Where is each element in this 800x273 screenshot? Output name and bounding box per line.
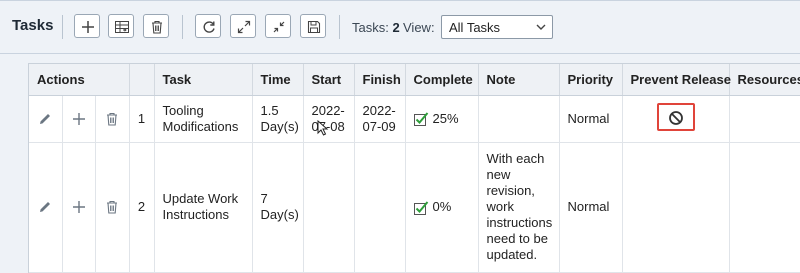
column-header-prevent-release[interactable]: Prevent Release [622,64,731,96]
task-resources[interactable] [729,95,800,143]
task-name[interactable]: Update Work Instructions [154,142,253,273]
trash-icon [107,112,117,126]
delete-row-button[interactable] [95,95,130,143]
collapse-button[interactable] [265,14,291,38]
chevron-down-icon [536,24,546,30]
add-subtask-button[interactable] [62,95,96,143]
refresh-icon [203,21,215,33]
mouse-cursor-icon [317,120,329,136]
task-name[interactable]: Tooling Modifications [154,95,253,143]
collapse-icon [273,21,285,33]
task-priority[interactable]: Normal [559,95,623,143]
task-resources[interactable] [729,142,800,273]
view-select-value: All Tasks [449,20,501,35]
task-finish[interactable]: 2022-07-09 [354,95,406,143]
save-icon [307,20,321,34]
checkbox-checked-icon [413,200,428,215]
toolbar-divider [62,15,63,39]
prevent-release-cell[interactable] [622,95,730,143]
toolbar-divider [182,15,183,39]
column-header-actions: Actions [29,64,130,96]
task-complete[interactable]: 25% [405,95,479,143]
plus-icon [72,201,85,213]
task-panel: Tasks Tasks: 2 View: All Tasks Actions T… [0,0,800,273]
table-row: 2 Update Work Instructions 7 Day(s) 0% W… [29,142,800,273]
column-header-start[interactable]: Start [303,64,355,96]
prevent-release-cell[interactable] [622,142,730,273]
trash-icon [152,20,162,34]
task-start[interactable] [303,142,355,273]
header-row: Actions Task Time Start Finish Complete … [29,64,800,96]
task-priority[interactable]: Normal [559,142,623,273]
toolbar: Tasks Tasks: 2 View: All Tasks [0,0,800,54]
panel-title: Tasks [12,17,54,34]
prevent-release-highlight[interactable] [656,102,695,131]
complete-percent: 0% [432,199,452,214]
plus-icon [72,112,85,125]
row-number: 2 [129,142,155,273]
plus-icon [82,21,94,33]
expand-icon [237,20,251,34]
task-table: Actions Task Time Start Finish Complete … [29,64,800,273]
task-time[interactable]: 7 Day(s) [252,142,304,273]
grid-icon [115,21,129,33]
expand-button[interactable] [230,14,256,38]
toolbar-divider [339,15,340,39]
view-label: View: [403,20,435,35]
table-row: 1 Tooling Modifications 1.5 Day(s) 2022-… [29,95,800,143]
prohibited-icon [668,110,683,125]
task-note[interactable] [478,95,560,143]
task-count-value: 2 [392,20,400,35]
row-number: 1 [129,95,155,143]
column-header-note[interactable]: Note [478,64,560,96]
task-grid: Actions Task Time Start Finish Complete … [28,63,800,273]
edit-button[interactable] [29,142,63,273]
task-finish[interactable] [354,142,406,273]
column-header-row-number [129,64,155,96]
save-button[interactable] [300,14,326,38]
complete-percent: 25% [432,110,459,126]
task-complete[interactable]: 0% [405,142,479,273]
pencil-icon [40,113,51,124]
pencil-icon [40,202,51,212]
checkbox-checked-icon [413,112,428,127]
column-header-time[interactable]: Time [252,64,304,96]
task-note[interactable]: With each new revision, work instruction… [478,142,560,273]
grid-view-button[interactable] [108,14,134,38]
task-count: Tasks: 2 [352,20,400,35]
column-header-finish[interactable]: Finish [354,64,406,96]
column-header-complete[interactable]: Complete [405,64,479,96]
view-select[interactable]: All Tasks [441,15,553,39]
refresh-button[interactable] [195,14,221,38]
add-subtask-button[interactable] [62,142,96,273]
trash-icon [107,200,117,214]
column-header-priority[interactable]: Priority [559,64,623,96]
column-header-resources[interactable]: Resources [729,64,800,96]
task-count-label: Tasks: [352,20,389,35]
add-task-button[interactable] [74,14,100,38]
delete-row-button[interactable] [95,142,130,273]
task-time[interactable]: 1.5 Day(s) [252,95,304,143]
edit-button[interactable] [29,95,63,143]
column-header-task[interactable]: Task [154,64,253,96]
delete-button[interactable] [143,14,169,38]
